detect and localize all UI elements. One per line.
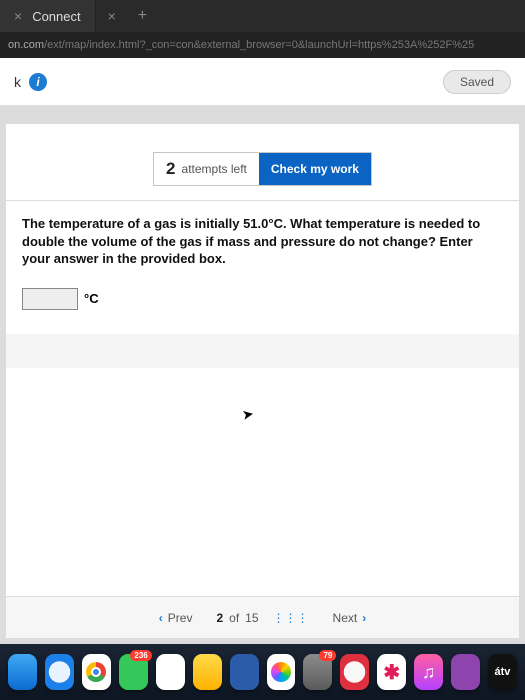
answer-row: °C <box>6 282 519 324</box>
browser-tab-connect[interactable]: × Connect <box>0 0 96 32</box>
answer-input[interactable] <box>22 288 78 310</box>
new-tab-button[interactable]: + <box>128 7 157 25</box>
attempts-left-box: 2 attempts left <box>154 153 259 185</box>
shade-band <box>6 334 519 368</box>
pager-current: 2 <box>216 611 223 625</box>
dock-compass-icon[interactable] <box>340 654 369 690</box>
messages-badge: 236 <box>130 650 151 661</box>
dock-safari-icon[interactable] <box>45 654 74 690</box>
launchpad-badge: 79 <box>319 650 336 661</box>
url-path: /ext/map/index.html?_con=con&external_br… <box>44 39 474 51</box>
pager-bar: ‹ Prev 2 of 15 ⋮⋮⋮ Next › <box>6 596 519 638</box>
attempts-bar: 2 attempts left Check my work <box>6 124 519 201</box>
saved-status-pill: Saved <box>443 70 511 94</box>
dock-finder-icon[interactable] <box>8 654 37 690</box>
dock-appletv-icon[interactable]: átv <box>488 654 517 690</box>
browser-chrome: × Connect × + on.com/ext/map/index.html?… <box>0 0 525 58</box>
dock-calendar-icon[interactable] <box>156 654 185 690</box>
question-text: The temperature of a gas is initially 51… <box>6 201 519 282</box>
dock-launchpad-icon[interactable]: 79 <box>303 654 332 690</box>
dock-chrome-icon[interactable] <box>82 654 111 690</box>
appletv-label: átv <box>495 666 511 678</box>
pager-of: of <box>229 611 239 625</box>
close-tab-icon[interactable]: × <box>14 8 22 24</box>
check-my-work-button[interactable]: Check my work <box>259 153 371 185</box>
workspace: 2 attempts left Check my work The temper… <box>0 106 525 644</box>
next-label: Next <box>333 611 358 625</box>
pager-count: 2 of 15 <box>216 611 258 625</box>
close-tab-right-icon[interactable]: × <box>96 8 128 24</box>
attempts-group: 2 attempts left Check my work <box>153 152 372 186</box>
dock-notes-icon[interactable] <box>193 654 222 690</box>
chevron-left-icon: ‹ <box>159 611 163 625</box>
prev-button[interactable]: ‹ Prev <box>149 607 203 629</box>
info-icon[interactable]: i <box>29 73 47 91</box>
next-button[interactable]: Next › <box>323 607 377 629</box>
answer-unit: °C <box>84 291 99 306</box>
app-header-left: k i <box>14 73 47 91</box>
attempts-label: attempts left <box>182 162 247 176</box>
dock-slack-icon[interactable]: ✱ <box>377 654 406 690</box>
dock-word-icon[interactable] <box>230 654 259 690</box>
url-domain: on.com <box>8 39 44 51</box>
dock-photos-icon[interactable] <box>267 654 296 690</box>
dock-music-icon[interactable]: ♫ <box>414 654 443 690</box>
address-bar[interactable]: on.com/ext/map/index.html?_con=con&exter… <box>0 32 525 58</box>
app-header: k i Saved <box>0 58 525 106</box>
pager-total: 15 <box>245 611 258 625</box>
attempts-count: 2 <box>166 159 175 179</box>
macos-dock: 236 79 ✱ ♫ átv <box>0 644 525 700</box>
music-glyph: ♫ <box>422 662 436 683</box>
prev-label: Prev <box>168 611 193 625</box>
question-paper: 2 attempts left Check my work The temper… <box>6 124 519 638</box>
chevron-right-icon: › <box>362 611 366 625</box>
cursor-icon: ➤ <box>241 405 256 424</box>
tab-title: Connect <box>32 9 80 24</box>
tab-strip: × Connect × + <box>0 0 525 32</box>
dock-podcasts-icon[interactable] <box>451 654 480 690</box>
grid-icon[interactable]: ⋮⋮⋮ <box>273 611 309 625</box>
header-k-label: k <box>14 74 21 90</box>
dock-messages-icon[interactable]: 236 <box>119 654 148 690</box>
